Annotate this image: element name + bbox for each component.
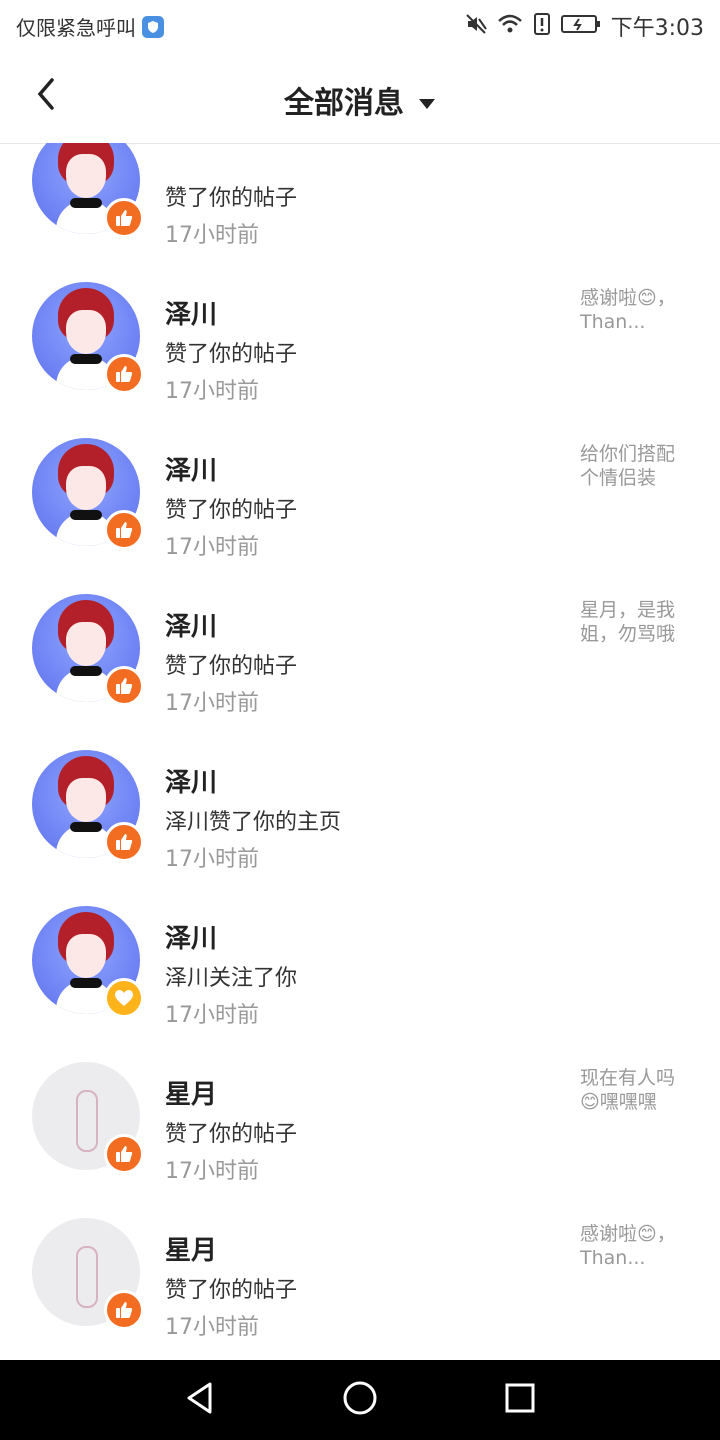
caret-down-icon <box>418 83 436 118</box>
message-sender: 泽川 <box>165 768 218 798</box>
message-row[interactable]: 星月 赞了你的帖子 17小时前 感谢啦😊，Than... <box>0 1178 720 1340</box>
sim-alert-icon <box>533 12 551 41</box>
status-left: 仅限紧急呼叫 <box>16 12 164 41</box>
message-preview: 星月，是我姐，勿骂哦 <box>580 599 676 645</box>
message-row[interactable]: 赞了你的帖子 17小时前 <box>0 143 720 248</box>
message-action: 赞了你的帖子 <box>165 342 298 367</box>
message-action: 赞了你的帖子 <box>165 1278 298 1303</box>
message-sender: 星月 <box>165 1080 218 1110</box>
thumbs-up-badge-icon <box>104 666 144 706</box>
message-row[interactable]: 星月给你们搭配 <box>0 1334 720 1360</box>
nav-back-button[interactable] <box>180 1380 220 1420</box>
carrier-text: 仅限紧急呼叫 <box>16 16 136 40</box>
status-right: 下午3:03 <box>465 10 704 42</box>
message-sender: 泽川 <box>165 924 218 954</box>
message-row[interactable]: 泽川 赞了你的帖子 17小时前 星月，是我姐，勿骂哦 <box>0 554 720 716</box>
message-action: 赞了你的帖子 <box>165 498 298 523</box>
thumbs-up-badge-icon <box>104 822 144 862</box>
message-row[interactable]: 泽川 赞了你的帖子 17小时前 给你们搭配个情侣装 <box>0 398 720 560</box>
shield-icon <box>142 15 164 38</box>
title-text: 全部消息 <box>284 86 404 121</box>
message-sender: 泽川 <box>165 612 218 642</box>
thumbs-up-badge-icon <box>104 198 144 238</box>
message-sender: 泽川 <box>165 456 218 486</box>
message-preview: 感谢啦😊，Than... <box>580 1223 676 1269</box>
thumbs-up-badge-icon <box>104 354 144 394</box>
header: 全部消息 <box>0 50 720 144</box>
system-nav-bar <box>0 1360 720 1440</box>
thumbs-up-badge-icon <box>104 1134 144 1174</box>
wifi-icon <box>497 13 523 40</box>
page-title[interactable]: 全部消息 <box>0 78 720 122</box>
message-row[interactable]: 星月 赞了你的帖子 17小时前 现在有人吗😊嘿嘿嘿 <box>0 1022 720 1184</box>
message-sender: 星月 <box>165 1236 218 1266</box>
message-row[interactable]: 泽川 泽川赞了你的主页 17小时前 <box>0 710 720 872</box>
message-action: 赞了你的帖子 <box>165 186 298 211</box>
recents-square-icon <box>504 1382 536 1418</box>
message-list[interactable]: 赞了你的帖子 17小时前 泽川 赞了你的帖子 17小时前 感谢啦😊，Than... 泽川 赞了… <box>0 143 720 1360</box>
heart-badge-icon <box>104 978 144 1018</box>
message-preview: 感谢啦😊，Than... <box>580 287 676 333</box>
clock: 下午3:03 <box>610 16 704 41</box>
message-row[interactable]: 泽川 赞了你的帖子 17小时前 感谢啦😊，Than... <box>0 242 720 404</box>
battery-icon <box>560 14 601 39</box>
message-row[interactable]: 泽川 泽川关注了你 17小时前 <box>0 866 720 1028</box>
message-preview: 给你们搭配个情侣装 <box>580 443 676 489</box>
message-action: 赞了你的帖子 <box>165 654 298 679</box>
message-preview: 现在有人吗😊嘿嘿嘿 <box>580 1067 676 1113</box>
message-action: 泽川关注了你 <box>165 966 298 991</box>
message-sender: 泽川 <box>165 300 218 330</box>
mute-icon <box>465 13 487 40</box>
thumbs-up-badge-icon <box>104 510 144 550</box>
status-bar: 仅限紧急呼叫 下午3:03 <box>0 0 720 50</box>
thumbs-up-badge-icon <box>104 1290 144 1330</box>
home-circle-icon <box>342 1380 378 1420</box>
message-action: 泽川赞了你的主页 <box>165 810 342 835</box>
nav-home-button[interactable] <box>340 1380 380 1420</box>
message-action: 赞了你的帖子 <box>165 1122 298 1147</box>
nav-recents-button[interactable] <box>500 1380 540 1420</box>
back-triangle-icon <box>184 1381 216 1419</box>
